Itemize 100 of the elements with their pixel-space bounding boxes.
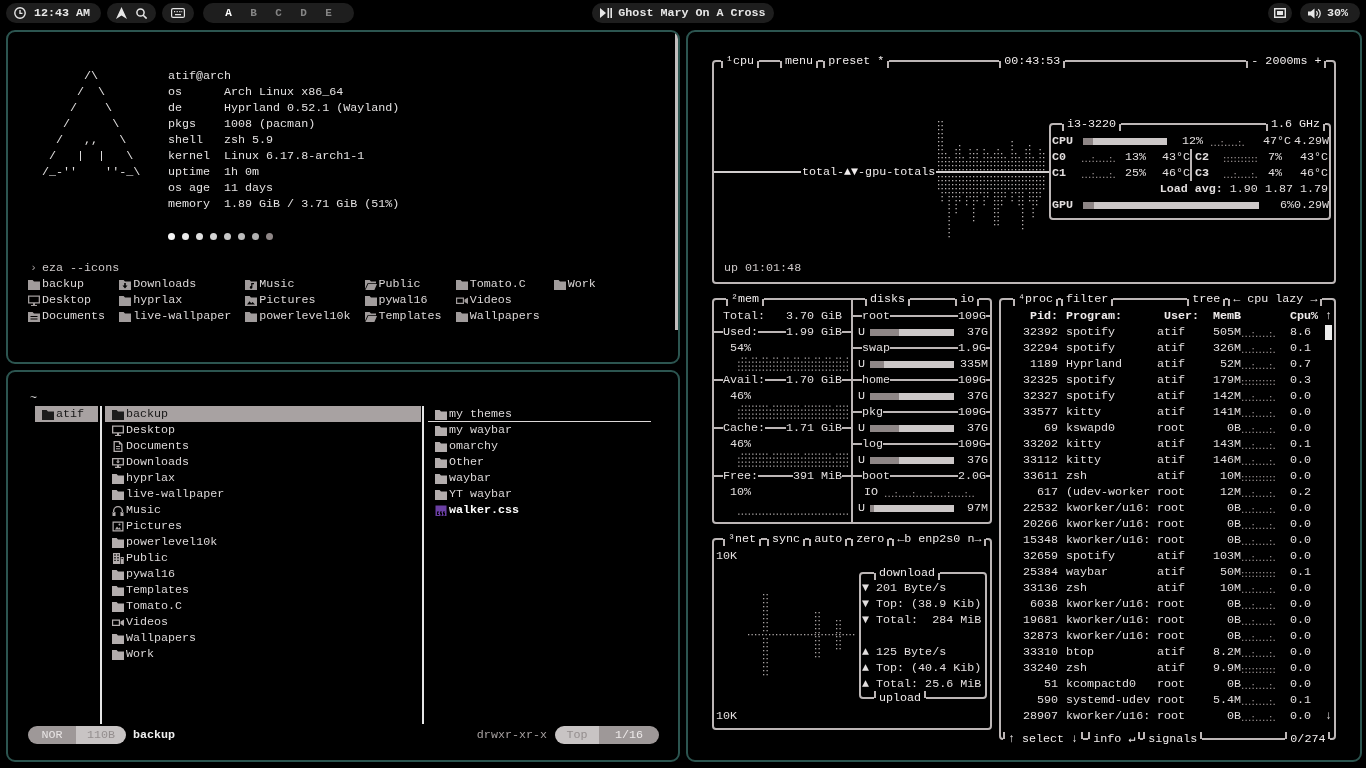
triangle-logo-icon[interactable] bbox=[116, 7, 127, 19]
core-percent: 13% bbox=[1123, 149, 1146, 165]
pid-cell-text: 33112 bbox=[1021, 452, 1058, 468]
document-folder-icon bbox=[28, 310, 40, 322]
folder-icon bbox=[435, 440, 447, 452]
power-reading: 0.29W bbox=[1294, 197, 1329, 213]
file-row[interactable]: Videos bbox=[105, 614, 421, 630]
workspace-button[interactable]: C bbox=[266, 3, 291, 23]
file-row[interactable]: Work bbox=[105, 646, 421, 662]
file-row[interactable]: Tomato.C bbox=[105, 598, 421, 614]
temperature: 43°C bbox=[1298, 149, 1328, 165]
pid-cell-text: 33577 bbox=[1021, 404, 1058, 420]
pid-cell-text: 28907 bbox=[1021, 708, 1058, 724]
memory-cell-text: 9.9M bbox=[1211, 660, 1241, 676]
file-name: Work bbox=[567, 276, 596, 292]
sparkline bbox=[1242, 428, 1276, 433]
memory-cell-text: 0B bbox=[1225, 420, 1241, 436]
file-icon bbox=[435, 504, 447, 516]
file-row[interactable]: pywal16 bbox=[105, 566, 421, 582]
user-cell-text: atif bbox=[1157, 548, 1187, 564]
file-row[interactable]: backup bbox=[105, 406, 421, 422]
user-cell-text: atif bbox=[1157, 660, 1187, 676]
current-path: ~ bbox=[30, 391, 37, 405]
scroll-down-arrow[interactable]: ↓ bbox=[1325, 708, 1332, 724]
io-toggle[interactable]: io bbox=[955, 291, 980, 307]
io-label: IO bbox=[864, 484, 879, 500]
file-row[interactable]: my waybar bbox=[428, 422, 651, 438]
interface-selector[interactable]: ←b enp2s0 n→ bbox=[892, 531, 987, 547]
volume-button[interactable]: 30% bbox=[1300, 3, 1360, 23]
download-stat: ▼ Total: 284 MiB bbox=[862, 612, 983, 628]
workspace-button[interactable]: A bbox=[216, 3, 241, 23]
clock-icon bbox=[14, 7, 26, 19]
file-row[interactable]: live-wallpaper bbox=[105, 486, 421, 502]
speaker-icon bbox=[1308, 7, 1321, 19]
file-row[interactable]: omarchy bbox=[428, 438, 651, 454]
file-row[interactable]: hyprlax bbox=[105, 470, 421, 486]
program-cell-text: btop bbox=[1066, 644, 1096, 660]
search-icon[interactable] bbox=[136, 7, 147, 19]
disk-used: 37G bbox=[965, 452, 988, 468]
signals-button[interactable]: signals bbox=[1143, 731, 1203, 747]
download-icon bbox=[112, 456, 124, 468]
pid-cell-text: 32392 bbox=[1021, 324, 1058, 340]
workspace-button[interactable]: D bbox=[291, 3, 316, 23]
file-name: Music bbox=[259, 276, 295, 292]
filter-button[interactable]: filter bbox=[1061, 291, 1114, 307]
file-row[interactable]: Documents bbox=[105, 438, 421, 454]
panel-title: ⁴proc bbox=[1013, 291, 1059, 307]
file-row[interactable]: Wallpapers bbox=[105, 630, 421, 646]
info-label: uptime bbox=[168, 164, 212, 180]
file-row[interactable]: Music bbox=[105, 502, 421, 518]
pid-cell-text: 32873 bbox=[1021, 628, 1058, 644]
load-value: 1.87 bbox=[1264, 181, 1293, 197]
preset-button[interactable]: preset * bbox=[823, 53, 890, 69]
info-label: memory bbox=[168, 196, 212, 212]
file-row[interactable]: my themes bbox=[428, 406, 651, 422]
clock-button[interactable]: 12:43 AM bbox=[6, 3, 101, 23]
scrollbar-thumb[interactable] bbox=[1325, 324, 1332, 340]
file-row[interactable]: atif bbox=[35, 406, 98, 422]
column-header: Cpu% bbox=[1290, 308, 1318, 324]
info-label: os bbox=[168, 84, 184, 100]
upload-stat: ▲ 125 Byte/s bbox=[862, 644, 948, 660]
scroll-up-arrow[interactable]: ↑ bbox=[1325, 308, 1332, 324]
file-row[interactable]: Public bbox=[105, 550, 421, 566]
folder-icon bbox=[112, 536, 124, 548]
file-row[interactable]: YT waybar bbox=[428, 486, 651, 502]
monitor-icon bbox=[112, 424, 124, 436]
screen-button[interactable] bbox=[1268, 3, 1292, 23]
program-cell-text: kworker/u16: bbox=[1066, 500, 1152, 516]
file-row[interactable]: Other bbox=[428, 454, 651, 470]
scrollbar-thumb[interactable] bbox=[675, 32, 678, 330]
workspace-button[interactable]: B bbox=[241, 3, 266, 23]
cpu-cell-text: 0.1 bbox=[1290, 692, 1313, 708]
used-label: U bbox=[858, 388, 865, 404]
keyboard-button[interactable] bbox=[162, 3, 194, 23]
file-row[interactable]: Desktop bbox=[105, 422, 421, 438]
file-row[interactable]: waybar bbox=[428, 470, 651, 486]
column-header: Pid: bbox=[1028, 308, 1058, 324]
disk-used: 37G bbox=[965, 388, 988, 404]
sparkline bbox=[1242, 588, 1276, 593]
user-cell-text: root bbox=[1157, 676, 1187, 692]
program-cell-text: kswapd0 bbox=[1066, 420, 1117, 436]
panel-title: disks bbox=[865, 291, 911, 307]
sparkline bbox=[1242, 396, 1276, 401]
file-row[interactable]: Templates bbox=[105, 582, 421, 598]
load-value: 1.90 bbox=[1229, 181, 1258, 197]
file-row[interactable]: walker.css bbox=[428, 502, 651, 518]
info-label: os age bbox=[168, 180, 212, 196]
sort-selector[interactable]: ← cpu lazy → bbox=[1228, 291, 1323, 307]
file-row[interactable]: Pictures bbox=[105, 518, 421, 534]
file-row[interactable]: Downloads bbox=[105, 454, 421, 470]
file-row[interactable]: powerlevel10k bbox=[105, 534, 421, 550]
pid-cell-text: 590 bbox=[1035, 692, 1058, 708]
workspace-button[interactable]: E bbox=[316, 3, 341, 23]
mode-indicator: NOR bbox=[28, 726, 76, 744]
program-cell-text: spotify bbox=[1066, 372, 1117, 388]
pid-cell-text: 32659 bbox=[1021, 548, 1058, 564]
pid-cell-text: 20266 bbox=[1021, 516, 1058, 532]
folder-icon bbox=[364, 294, 377, 306]
user-cell-text: atif bbox=[1157, 564, 1187, 580]
media-button[interactable]: Ghost Mary On A Cross bbox=[592, 3, 774, 23]
